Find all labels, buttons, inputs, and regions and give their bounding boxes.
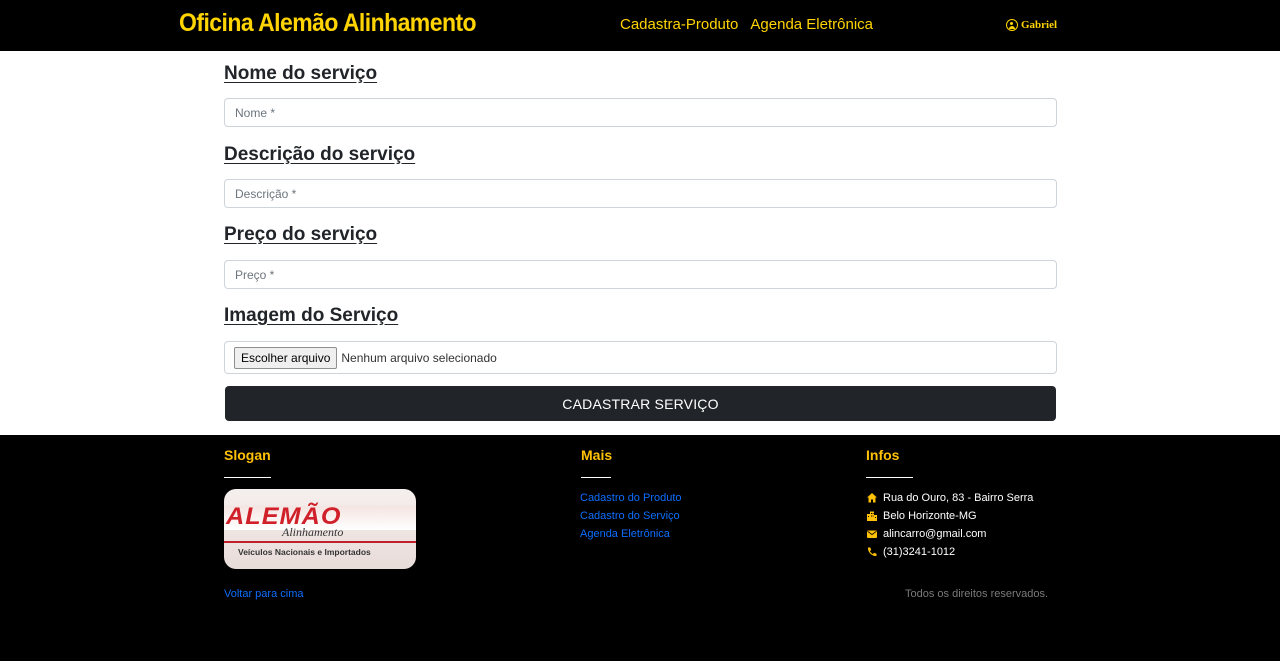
- info-email-text: alincarro@gmail.com: [883, 528, 987, 540]
- info-address-text: Rua do Ouro, 83 - Bairro Serra: [883, 492, 1034, 504]
- footer-link-cadastro-produto[interactable]: Cadastro do Produto: [580, 491, 682, 505]
- phone-icon: [867, 547, 877, 557]
- logo-script: Alinhamento: [282, 525, 344, 539]
- image-file-input[interactable]: Escolher arquivo Nenhum arquivo selecion…: [224, 341, 1057, 374]
- info-city-text: Belo Horizonte-MG: [883, 510, 977, 522]
- preco-input[interactable]: [224, 260, 1057, 289]
- label-preco: Preço do serviço: [224, 224, 378, 245]
- submit-service-button[interactable]: CADASTRAR SERVIÇO: [225, 386, 1056, 421]
- descricao-input[interactable]: [224, 179, 1057, 208]
- navbar: Oficina Alemão Alinhamento Cadastra-Prod…: [0, 0, 1280, 51]
- footer-rule-mais: [581, 477, 611, 478]
- info-city: Belo Horizonte-MG: [866, 509, 1033, 523]
- nav-link-agenda-eletronica[interactable]: Agenda Eletrônica: [750, 16, 873, 33]
- info-email: alincarro@gmail.com: [866, 527, 1033, 541]
- label-nome: Nome do serviço: [224, 63, 378, 84]
- info-address: Rua do Ouro, 83 - Bairro Serra: [866, 491, 1033, 505]
- footer-rule-infos: [866, 477, 913, 478]
- city-icon: [867, 511, 877, 521]
- footer-title-slogan: Slogan: [224, 447, 271, 463]
- nav-links: Cadastra-Produto Agenda Eletrônica: [620, 16, 873, 33]
- user-name: Gabriel: [1021, 19, 1058, 31]
- footer-title-mais: Mais: [581, 447, 613, 463]
- logo-subtitle: Veículos Nacionais e Importados: [238, 547, 371, 557]
- label-imagem: Imagem do Serviço: [224, 305, 399, 326]
- service-form: Nome do serviço Descrição do serviço Pre…: [0, 51, 1280, 435]
- contact-info: Rua do Ouro, 83 - Bairro Serra Belo Hori…: [866, 491, 1033, 559]
- logo-bar: [224, 541, 416, 543]
- info-phone: (31)3241-1012: [866, 545, 1033, 559]
- info-phone-text: (31)3241-1012: [883, 546, 956, 558]
- label-descricao: Descrição do serviço: [224, 144, 416, 165]
- file-status: Nenhum arquivo selecionado: [341, 350, 497, 365]
- choose-file-button[interactable]: Escolher arquivo: [234, 346, 338, 369]
- footer-link-cadastro-servico[interactable]: Cadastro do Serviço: [580, 509, 682, 523]
- user-menu[interactable]: Gabriel: [1006, 19, 1057, 31]
- footer-links: Cadastro do Produto Cadastro do Serviço …: [580, 491, 682, 541]
- back-to-top-link[interactable]: Voltar para cima: [224, 588, 303, 600]
- copyright-text: Todos os direitos reservados.: [905, 588, 1049, 600]
- footer: Slogan ALEMÃO Alinhamento Veículos Nacio…: [0, 435, 1280, 661]
- brand-title[interactable]: Oficina Alemão Alinhamento: [179, 9, 477, 38]
- footer-rule-slogan: [224, 477, 271, 478]
- envelope-icon: [867, 530, 877, 538]
- company-logo: ALEMÃO Alinhamento Veículos Nacionais e …: [224, 489, 416, 569]
- home-icon: [867, 493, 877, 503]
- user-circle-icon: [1006, 19, 1018, 31]
- nome-input[interactable]: [224, 98, 1057, 127]
- nav-link-cadastra-produto[interactable]: Cadastra-Produto: [620, 16, 738, 33]
- footer-title-infos: Infos: [866, 447, 900, 463]
- footer-link-agenda-eletronica[interactable]: Agenda Eletrônica: [580, 527, 682, 541]
